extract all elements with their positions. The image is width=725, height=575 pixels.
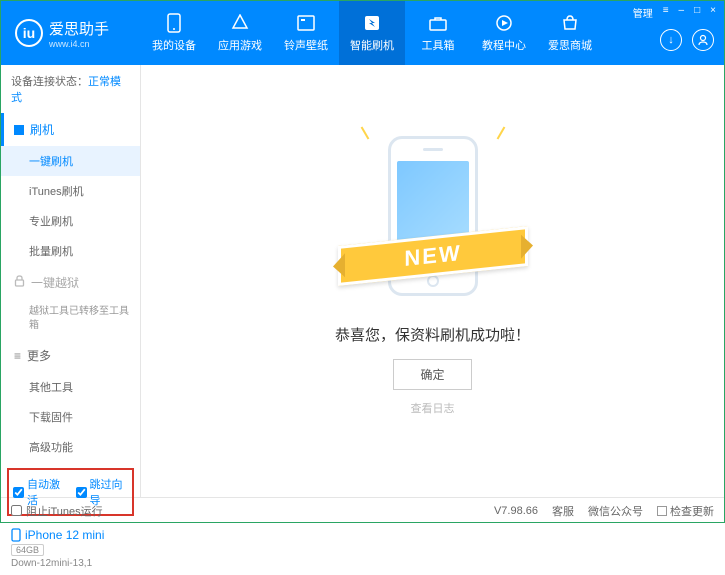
- logo-area: iu 爱思助手 www.i4.cn: [1, 18, 141, 49]
- sidebar-pro-flash[interactable]: 专业刷机: [1, 206, 140, 236]
- wechat-link[interactable]: 微信公众号: [588, 503, 643, 519]
- device-info[interactable]: iPhone 12 mini 64GB Down-12mini-13,1: [1, 522, 140, 575]
- block-itunes-checkbox[interactable]: 阻止iTunes运行: [11, 503, 103, 519]
- sidebar-more-header[interactable]: ≡ 更多: [1, 339, 140, 372]
- jailbreak-note: 越狱工具已转移至工具箱: [1, 299, 140, 339]
- nav-my-device[interactable]: 我的设备: [141, 1, 207, 65]
- lock-icon: [14, 275, 25, 290]
- sidebar-advanced[interactable]: 高级功能: [1, 432, 140, 462]
- service-link[interactable]: 客服: [552, 503, 574, 519]
- minimize-btn[interactable]: –: [679, 5, 685, 20]
- app-name: 爱思助手: [49, 21, 109, 38]
- user-icon[interactable]: [692, 29, 714, 51]
- maximize-btn[interactable]: □: [694, 5, 700, 20]
- sidebar-itunes-flash[interactable]: iTunes刷机: [1, 176, 140, 206]
- flash-icon: [362, 13, 382, 33]
- store-icon: [560, 13, 580, 33]
- app-url: www.i4.cn: [49, 39, 109, 49]
- close-btn[interactable]: ×: [710, 5, 716, 20]
- apps-icon: [230, 13, 250, 33]
- sidebar: 设备连接状态：正常模式 刷机 一键刷机 iTunes刷机 专业刷机 批量刷机 一…: [1, 65, 141, 497]
- logo-icon: iu: [15, 19, 43, 47]
- connection-status: 设备连接状态：正常模式: [1, 65, 140, 113]
- main-content: NEW 恭喜您，保资料刷机成功啦！ 确定 查看日志: [141, 65, 724, 497]
- sidebar-jailbreak-header: 一键越狱: [1, 266, 140, 299]
- app-body: 设备连接状态：正常模式 刷机 一键刷机 iTunes刷机 专业刷机 批量刷机 一…: [1, 65, 724, 497]
- download-icon[interactable]: ↓: [660, 29, 682, 51]
- nav-store[interactable]: 爱思商城: [537, 1, 603, 65]
- window-controls: 管理 ≡ – □ ×: [633, 5, 716, 20]
- toolbox-icon: [428, 13, 448, 33]
- menu-btn[interactable]: ≡: [663, 5, 669, 20]
- tutorial-icon: [494, 13, 514, 33]
- wallpaper-icon: [296, 13, 316, 33]
- app-header: iu 爱思助手 www.i4.cn 我的设备 应用游戏 铃声壁纸 智能刷机 工具…: [1, 1, 724, 65]
- device-storage: 64GB: [11, 544, 44, 556]
- nav-toolbox[interactable]: 工具箱: [405, 1, 471, 65]
- sidebar-flash-header[interactable]: 刷机: [1, 113, 140, 146]
- sidebar-other-tools[interactable]: 其他工具: [1, 372, 140, 402]
- version-label: V7.98.66: [494, 505, 538, 517]
- nav-flash[interactable]: 智能刷机: [339, 1, 405, 65]
- success-illustration: NEW: [368, 126, 498, 306]
- ok-button[interactable]: 确定: [393, 359, 471, 390]
- phone-small-icon: [11, 528, 21, 542]
- footer-left: 阻止iTunes运行: [11, 503, 103, 519]
- hamburger-icon: ≡: [14, 349, 21, 363]
- nav-apps[interactable]: 应用游戏: [207, 1, 273, 65]
- manage-btn[interactable]: 管理: [633, 5, 653, 20]
- view-log-link[interactable]: 查看日志: [411, 400, 455, 416]
- update-link[interactable]: 检查更新: [657, 503, 714, 519]
- sidebar-batch-flash[interactable]: 批量刷机: [1, 236, 140, 266]
- footer-right: V7.98.66 客服 微信公众号 检查更新: [494, 503, 714, 519]
- success-message: 恭喜您，保资料刷机成功啦！: [335, 324, 530, 345]
- header-user-icons: ↓: [660, 29, 714, 51]
- sidebar-oneclick-flash[interactable]: 一键刷机: [1, 146, 140, 176]
- update-icon: [657, 506, 667, 516]
- phone-icon: [164, 13, 184, 33]
- device-name: iPhone 12 mini: [11, 528, 130, 542]
- sidebar-download-fw[interactable]: 下载固件: [1, 402, 140, 432]
- nav-ringtones[interactable]: 铃声壁纸: [273, 1, 339, 65]
- device-model: Down-12mini-13,1: [11, 558, 130, 569]
- nav-tutorials[interactable]: 教程中心: [471, 1, 537, 65]
- flash-square-icon: [14, 125, 24, 135]
